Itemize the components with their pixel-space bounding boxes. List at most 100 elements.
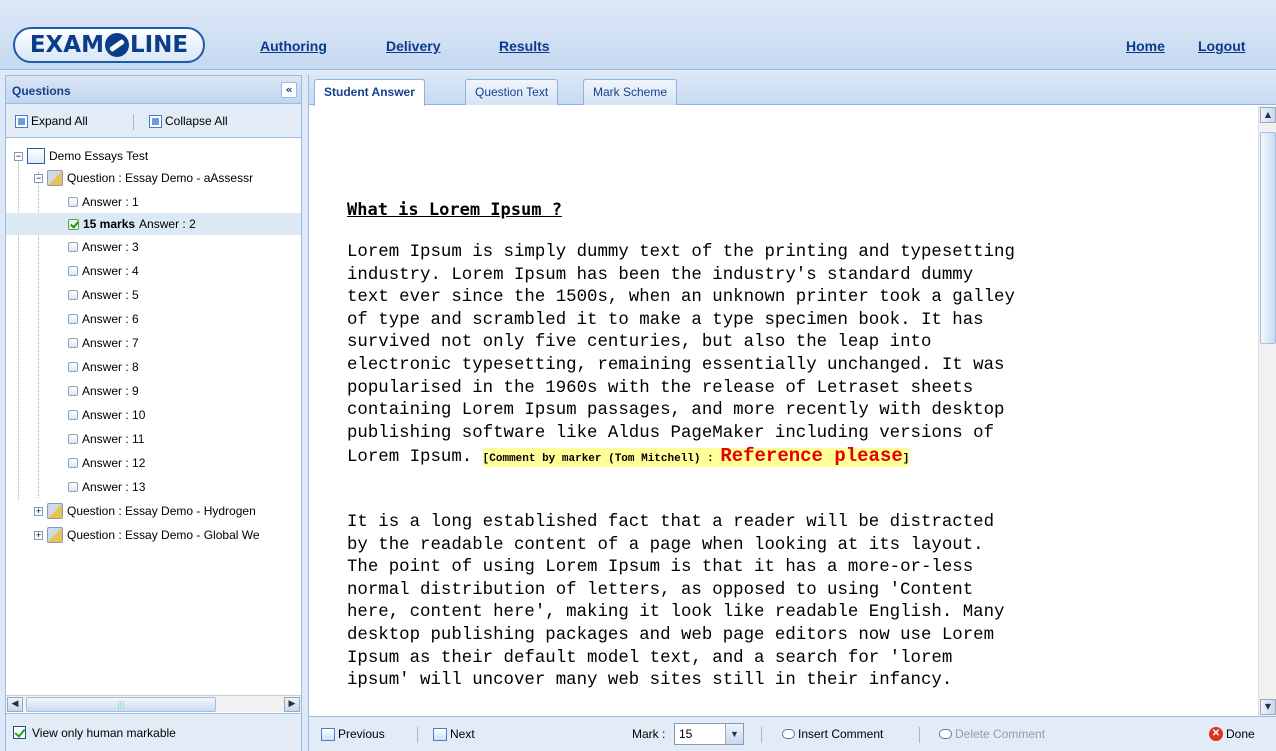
tree-answer-node[interactable]: Answer : 7 xyxy=(68,332,139,354)
nav-delivery-link[interactable]: Delivery xyxy=(386,38,440,54)
tree-answer-node[interactable]: Answer : 1 xyxy=(68,191,139,213)
tree-answer-node[interactable]: Answer : 10 xyxy=(68,404,145,426)
next-button[interactable]: Next xyxy=(433,727,475,741)
insert-comment-button[interactable]: Insert Comment xyxy=(782,727,883,741)
marker-comment[interactable]: [Comment by marker (Tom Mitchell) : Refe… xyxy=(482,445,910,468)
logo-text-right: LINE xyxy=(129,32,189,58)
done-label: Done xyxy=(1226,727,1255,741)
tree-guide-line xyxy=(18,160,19,500)
mark-select[interactable]: 15 ▼ xyxy=(674,723,744,745)
answer-leaf-icon xyxy=(68,338,78,348)
answer-label: Answer : 12 xyxy=(82,456,146,470)
previous-label: Previous xyxy=(338,727,385,741)
tree-question-node[interactable]: + Question : Essay Demo - Hydrogen xyxy=(34,500,256,522)
toolbar-divider xyxy=(133,114,134,130)
answer-leaf-icon xyxy=(68,434,78,444)
marking-toolbar: Previous Next Mark : 15 ▼ Insert Comment… xyxy=(309,716,1276,751)
toolbar-divider xyxy=(919,727,920,743)
tab-student-answer[interactable]: Student Answer xyxy=(314,79,425,106)
human-markable-label[interactable]: View only human markable xyxy=(32,726,176,740)
collapse-all-label: Collapse All xyxy=(165,114,228,128)
done-button[interactable]: ✕ Done xyxy=(1209,727,1255,741)
tree-answer-node[interactable]: Answer : 8 xyxy=(68,356,139,378)
tab-question-text[interactable]: Question Text xyxy=(465,79,559,105)
answer-label: Answer : 8 xyxy=(82,360,139,374)
mark-label: Mark : xyxy=(632,727,666,741)
answer-label: Answer : 7 xyxy=(82,336,139,350)
tree-horizontal-scrollbar[interactable]: ◀ ||| ▶ xyxy=(6,695,301,712)
scroll-left-arrow-icon[interactable]: ◀ xyxy=(7,697,23,712)
question-pencil-icon xyxy=(47,527,63,543)
tree-answer-node[interactable]: Answer : 5 xyxy=(68,284,139,306)
nav-authoring-link[interactable]: Authoring xyxy=(260,38,327,54)
logo-o-icon xyxy=(104,33,129,57)
comment-close: ] xyxy=(902,453,910,466)
collapse-panel-button[interactable]: « xyxy=(281,82,297,98)
tree-answer-node[interactable]: Answer : 13 xyxy=(68,476,145,498)
tab-mark-scheme[interactable]: Mark Scheme xyxy=(583,79,678,105)
scrollbar-thumb[interactable] xyxy=(1260,132,1276,344)
expand-all-icon xyxy=(15,114,28,128)
tree-answer-node[interactable]: Answer : 6 xyxy=(68,308,139,330)
mark-value: 15 xyxy=(679,727,693,741)
expand-all-label: Expand All xyxy=(31,114,88,128)
scroll-up-arrow-icon[interactable]: ▲ xyxy=(1260,107,1276,123)
arrow-right-icon xyxy=(433,727,447,741)
expand-all-button[interactable]: Expand All xyxy=(15,114,88,128)
answer-leaf-icon xyxy=(68,386,78,396)
tree-question-node[interactable]: + Question : Essay Demo - Global We xyxy=(34,524,260,546)
expand-toggle-icon[interactable]: + xyxy=(34,506,43,516)
tree-answer-node[interactable]: Answer : 12 xyxy=(68,452,145,474)
answer-label: Answer : 10 xyxy=(82,408,146,422)
collapse-toggle-icon[interactable]: − xyxy=(14,151,23,161)
scroll-right-arrow-icon[interactable]: ▶ xyxy=(284,697,300,712)
answer-label: Answer : 9 xyxy=(82,384,139,398)
answer-leaf-icon xyxy=(68,458,78,468)
tree-answer-node[interactable]: Answer : 3 xyxy=(68,236,139,258)
tree-answer-node[interactable]: Answer : 4 xyxy=(68,260,139,282)
delete-comment-label: Delete Comment xyxy=(955,727,1046,741)
question-pencil-icon xyxy=(47,503,63,519)
tree-answer-node-selected[interactable]: 15 marks Answer : 2 xyxy=(6,213,301,235)
answer-marks-badge: 15 marks xyxy=(83,217,136,231)
collapse-toggle-icon[interactable]: − xyxy=(34,173,43,183)
logo-text-left: EXAM xyxy=(29,32,104,58)
answer-leaf-icon xyxy=(68,242,78,252)
toolbar-divider xyxy=(761,727,762,743)
answer-viewer: Student Answer Question Text Mark Scheme… xyxy=(308,75,1276,751)
tree-answer-node[interactable]: Answer : 11 xyxy=(68,428,144,450)
scrollbar-thumb[interactable]: ||| xyxy=(26,697,216,712)
test-document-icon xyxy=(27,148,45,164)
nav-logout-link[interactable]: Logout xyxy=(1198,38,1245,54)
student-answer-content: What is Lorem Ipsum ? Lorem Ipsum is sim… xyxy=(309,106,1259,716)
question-tree: − Demo Essays Test − Question : Essay De… xyxy=(6,140,301,695)
nav-home-link[interactable]: Home xyxy=(1126,38,1165,54)
previous-button[interactable]: Previous xyxy=(321,727,385,741)
tree-question-label: Question : Essay Demo - aAssessr xyxy=(67,171,254,185)
answer-label: Answer : 5 xyxy=(82,288,139,302)
delete-comment-icon xyxy=(939,729,952,739)
answer-leaf-icon xyxy=(68,362,78,372)
comment-text: Reference please xyxy=(720,445,903,468)
answer-label: Answer : 11 xyxy=(82,432,145,446)
expand-toggle-icon[interactable]: + xyxy=(34,530,43,540)
tree-root-node[interactable]: − Demo Essays Test xyxy=(14,145,148,167)
examonline-logo[interactable]: EXAM LINE xyxy=(13,27,205,63)
tree-answer-node[interactable]: Answer : 9 xyxy=(68,380,139,402)
scroll-down-arrow-icon[interactable]: ▼ xyxy=(1260,699,1276,715)
nav-results-link[interactable]: Results xyxy=(499,38,550,54)
tree-toolbar: Expand All Collapse All xyxy=(6,104,301,138)
questions-panel: Questions « Expand All Collapse All − De… xyxy=(5,75,302,751)
chevron-down-icon[interactable]: ▼ xyxy=(725,724,743,744)
answer-leaf-icon xyxy=(68,482,78,492)
collapse-all-icon xyxy=(149,114,162,128)
human-markable-checkbox[interactable] xyxy=(13,726,26,739)
delete-comment-button[interactable]: Delete Comment xyxy=(939,727,1045,741)
app-header: EXAM LINE Authoring Delivery Results Home… xyxy=(0,0,1276,70)
answer-paragraph: It is a long established fact that a rea… xyxy=(347,513,1005,691)
answer-vertical-scrollbar[interactable]: ▲ ▼ xyxy=(1258,106,1276,716)
answer-label: Answer : 6 xyxy=(82,312,139,326)
tree-question-label: Question : Essay Demo - Global We xyxy=(67,528,260,542)
collapse-all-button[interactable]: Collapse All xyxy=(149,114,228,128)
tree-question-node[interactable]: − Question : Essay Demo - aAssessr xyxy=(34,167,253,189)
